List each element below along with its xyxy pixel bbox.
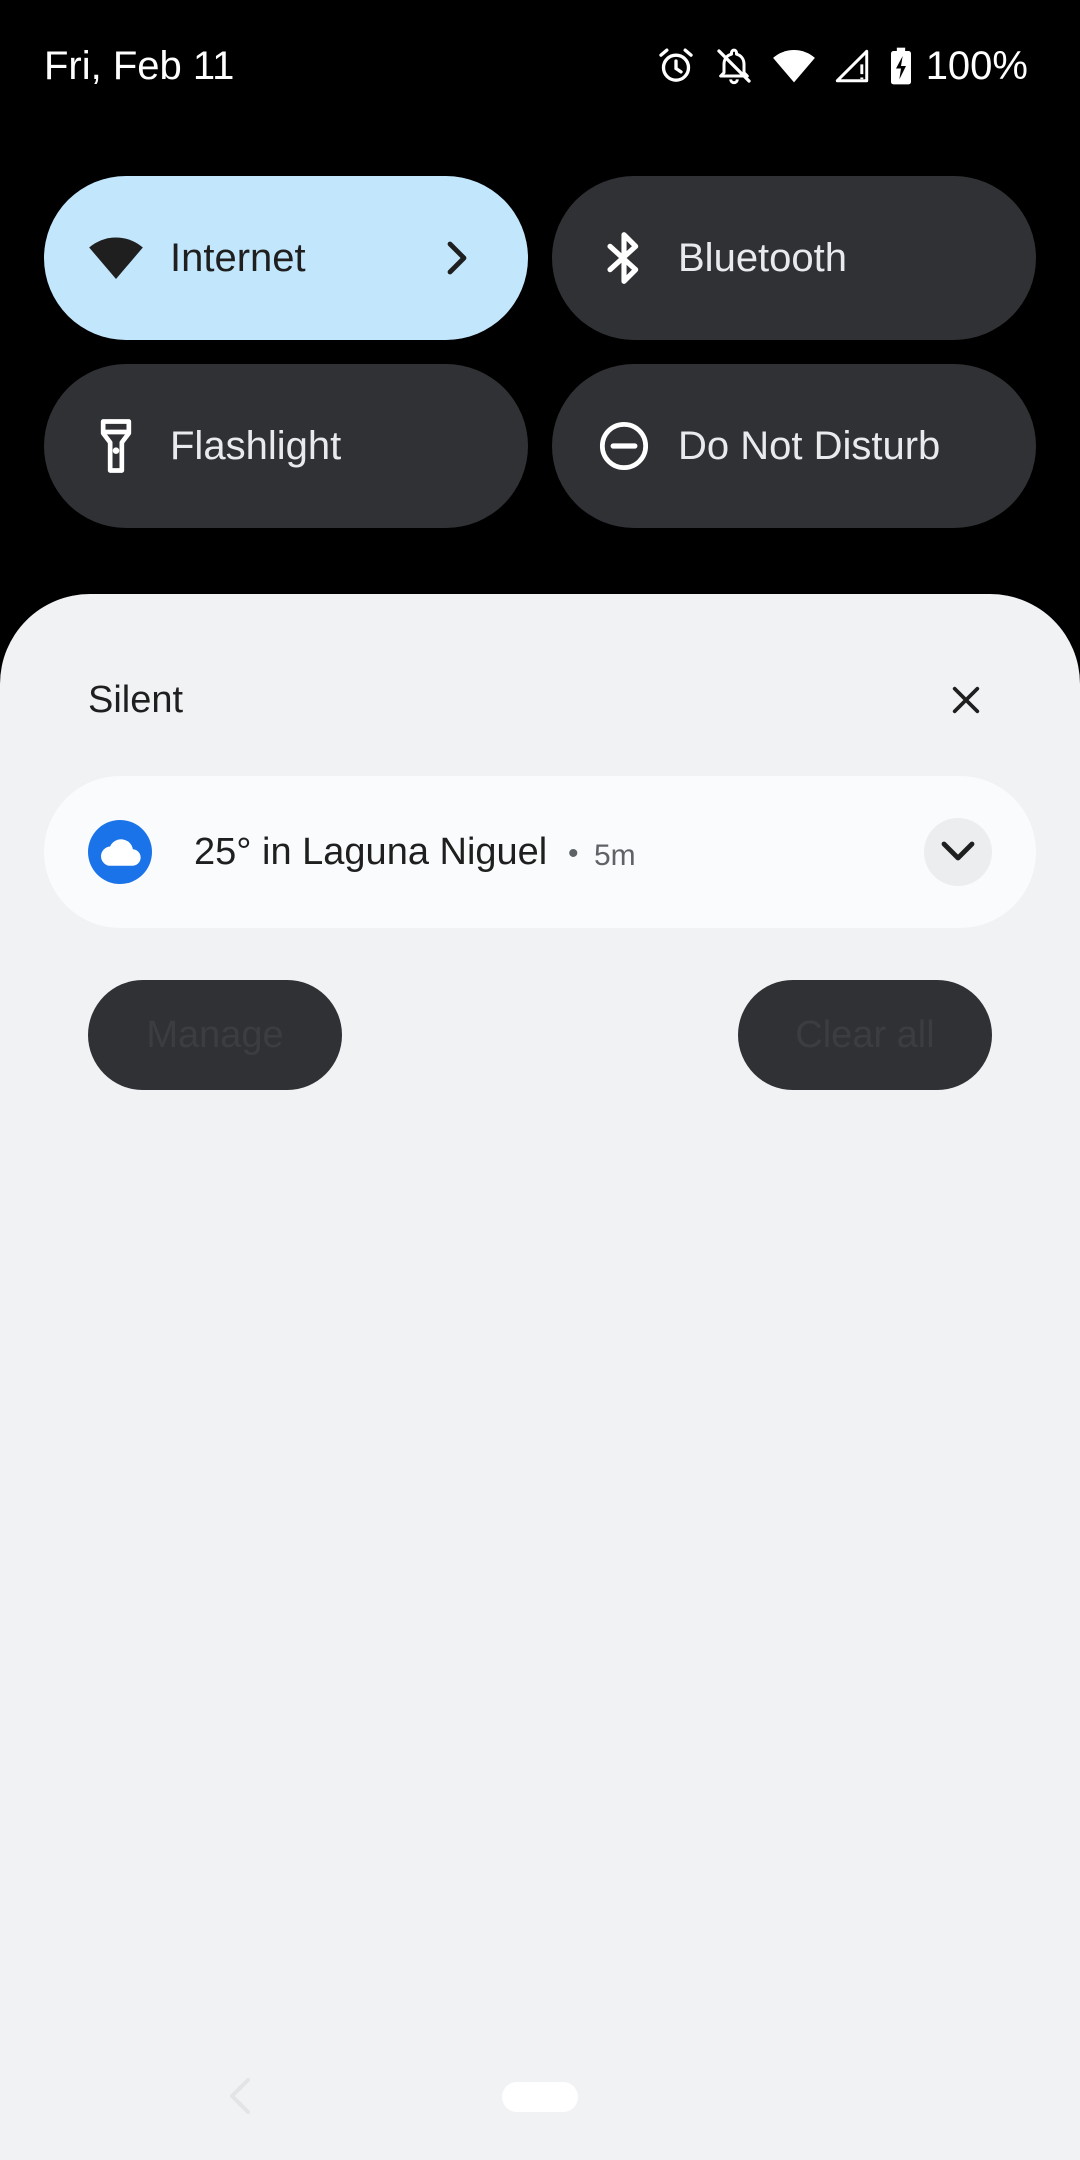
home-handle[interactable]	[502, 2082, 578, 2112]
alarm-icon	[656, 46, 696, 86]
tile-bluetooth[interactable]: Bluetooth	[552, 176, 1036, 340]
clear-all-button[interactable]: Clear all	[738, 980, 992, 1090]
chevron-down-icon	[941, 841, 975, 861]
status-icons: 100%	[656, 40, 1028, 92]
weather-notification[interactable]: 25° in Laguna Niguel • 5m	[44, 776, 1036, 928]
expand-notification-button[interactable]	[924, 818, 992, 886]
battery-charging-icon	[888, 46, 914, 86]
section-title-silent: Silent	[88, 679, 184, 721]
do-not-disturb-icon	[596, 418, 652, 474]
quick-settings-tiles: Internet Bluetooth Flashlight Do Not Dis…	[44, 176, 1036, 528]
notification-separator: •	[568, 837, 579, 870]
flashlight-icon	[88, 418, 144, 474]
wifi-icon	[88, 230, 144, 286]
tile-internet-label: Internet	[170, 235, 306, 280]
notification-title: 25° in Laguna Niguel	[194, 831, 548, 873]
tile-flashlight-label: Flashlight	[170, 423, 342, 468]
cell-signal-icon	[834, 46, 870, 86]
notification-shade: Silent 25° in Laguna Niguel • 5m Manage …	[0, 594, 1080, 2160]
status-bar: Fri, Feb 11 100%	[0, 0, 1080, 130]
chevron-right-icon	[430, 230, 486, 286]
dismiss-section-button[interactable]	[940, 674, 992, 726]
tile-do-not-disturb[interactable]: Do Not Disturb	[552, 364, 1036, 528]
notification-time: 5m	[594, 839, 636, 872]
status-date: Fri, Feb 11	[44, 44, 235, 88]
bluetooth-icon	[596, 230, 652, 286]
battery-percent: 100%	[925, 44, 1028, 88]
tile-flashlight[interactable]: Flashlight	[44, 364, 528, 528]
wifi-icon	[772, 46, 816, 86]
back-icon[interactable]	[226, 2076, 252, 2116]
bell-off-icon	[714, 46, 754, 86]
cloud-icon	[88, 820, 152, 884]
manage-button[interactable]: Manage	[88, 980, 342, 1090]
tile-do-not-disturb-label: Do Not Disturb	[678, 423, 941, 468]
tile-bluetooth-label: Bluetooth	[678, 235, 848, 280]
tile-internet[interactable]: Internet	[44, 176, 528, 340]
android-screen: Fri, Feb 11 100% Internet Bluetooth Flas…	[0, 0, 1080, 2160]
close-icon	[952, 686, 980, 714]
